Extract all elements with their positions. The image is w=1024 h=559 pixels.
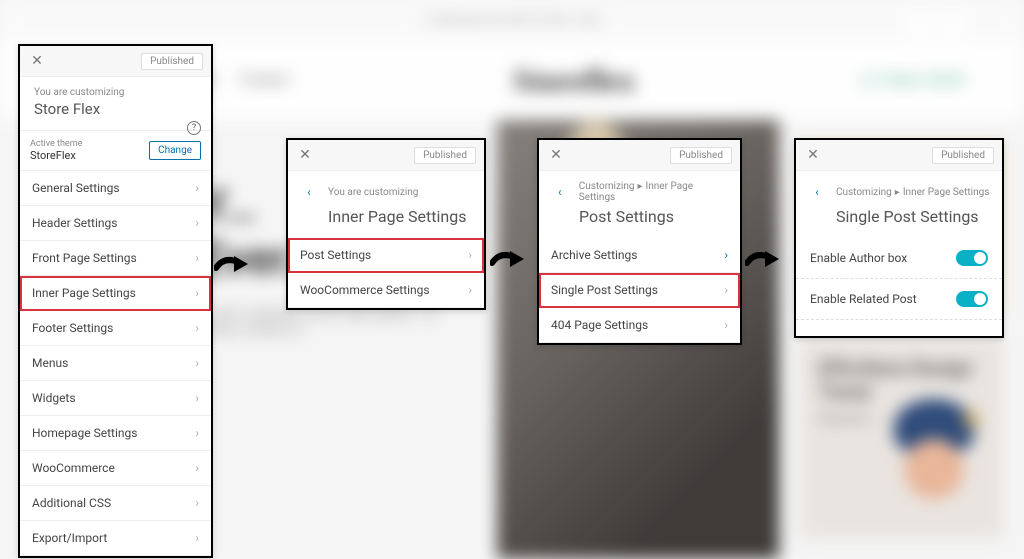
chevron-right-icon: ›	[195, 531, 199, 545]
change-theme-button[interactable]: Change	[149, 141, 201, 160]
back-button[interactable]: ‹	[298, 181, 320, 203]
menu-item[interactable]: Footer Settings ›	[20, 311, 211, 346]
menu-item-label: Export/Import	[32, 531, 107, 545]
flow-arrow-icon	[214, 250, 254, 280]
chevron-right-icon: ›	[195, 356, 199, 370]
toggle-switch[interactable]	[956, 250, 988, 266]
menu-item-label: Homepage Settings	[32, 426, 137, 440]
chevron-right-icon: ›	[195, 286, 199, 300]
publish-status-badge: Published	[414, 147, 476, 164]
toggle-label: Enable Author box	[810, 251, 907, 265]
menu-item[interactable]: Single Post Settings ›	[539, 273, 740, 308]
menu-item[interactable]: Front Page Settings ›	[20, 241, 211, 276]
menu-item-label: Header Settings	[32, 216, 117, 230]
menu-item-label: Single Post Settings	[551, 283, 658, 297]
chevron-right-icon: ›	[195, 216, 199, 230]
toggle-row: Enable Author box	[796, 238, 1002, 279]
chevron-right-icon: ›	[195, 321, 199, 335]
panel-title: Single Post Settings	[796, 207, 1002, 238]
chevron-right-icon: ›	[724, 318, 728, 332]
menu-list: General Settings›Header Settings›Front P…	[20, 171, 211, 556]
menu-item[interactable]: Archive Settings ›	[539, 238, 740, 273]
menu-item-label: WooCommerce	[32, 461, 115, 475]
menu-item-label: Additional CSS	[32, 496, 111, 510]
menu-item[interactable]: Additional CSS ›	[20, 486, 211, 521]
publish-status-badge: Published	[932, 147, 994, 164]
back-button[interactable]: ‹	[806, 181, 828, 203]
panel-title: Inner Page Settings	[288, 207, 484, 238]
chevron-right-icon: ›	[195, 496, 199, 510]
flow-arrow-icon	[490, 245, 530, 275]
chevron-right-icon: ›	[195, 181, 199, 195]
menu-item-label: WooCommerce Settings	[300, 283, 430, 297]
chevron-right-icon: ›	[195, 426, 199, 440]
menu-item-label: 404 Page Settings	[551, 318, 648, 332]
menu-item-label: Inner Page Settings	[32, 286, 136, 300]
chevron-right-icon: ›	[195, 391, 199, 405]
menu-item[interactable]: 404 Page Settings ›	[539, 308, 740, 343]
chevron-right-icon: ›	[724, 283, 728, 297]
menu-item-label: Archive Settings	[551, 248, 637, 262]
menu-item[interactable]: Widgets ›	[20, 381, 211, 416]
menu-item[interactable]: WooCommerce Settings ›	[288, 273, 484, 308]
menu-item[interactable]: Homepage Settings ›	[20, 416, 211, 451]
breadcrumb: Customizing▸Inner Page Settings	[836, 187, 989, 198]
customizer-panel-inner-page: ✕ Published ‹ You are customizing Inner …	[286, 138, 486, 310]
menu-item-label: Menus	[32, 356, 68, 370]
customizer-panel-single-post: ✕ Published ‹ Customizing▸Inner Page Set…	[794, 138, 1004, 338]
menu-item[interactable]: Header Settings ›	[20, 206, 211, 241]
toggle-switch[interactable]	[956, 291, 988, 307]
toggle-label: Enable Related Post	[810, 292, 917, 306]
chevron-right-icon: ›	[468, 283, 472, 297]
customizing-preline: You are customizing	[328, 187, 418, 198]
menu-item[interactable]: Post Settings ›	[288, 238, 484, 273]
menu-item[interactable]: General Settings ›	[20, 171, 211, 206]
chevron-right-icon: ›	[468, 248, 472, 262]
menu-item[interactable]: Export/Import ›	[20, 521, 211, 556]
help-icon[interactable]: ?	[187, 121, 201, 135]
active-theme-row: Active theme StoreFlex Change	[20, 130, 211, 171]
toggle-row: Enable Related Post	[796, 279, 1002, 320]
publish-status-badge: Published	[670, 147, 732, 164]
menu-item-label: Footer Settings	[32, 321, 113, 335]
customizer-panel-post-settings: ✕ Published ‹ Customizing▸Inner Page Set…	[537, 138, 742, 345]
customizer-panel-root: ✕ Published You are customizing Store Fl…	[18, 44, 213, 558]
menu-item-label: Front Page Settings	[32, 251, 137, 265]
back-button[interactable]: ‹	[549, 181, 571, 203]
menu-item-label: Post Settings	[300, 248, 371, 262]
customizing-preline: You are customizing	[20, 77, 211, 100]
menu-list: Archive Settings›Single Post Settings›40…	[539, 238, 740, 343]
chevron-right-icon: ›	[195, 461, 199, 475]
flow-arrow-icon	[745, 245, 785, 275]
menu-item-label: General Settings	[32, 181, 120, 195]
close-icon[interactable]: ✕	[547, 146, 565, 164]
publish-status-badge: Published	[141, 53, 203, 70]
chevron-right-icon: ›	[195, 251, 199, 265]
panel-title: Post Settings	[539, 207, 740, 238]
menu-list: Post Settings › WooCommerce Settings ›	[288, 238, 484, 308]
menu-item[interactable]: WooCommerce ›	[20, 451, 211, 486]
chevron-right-icon: ›	[724, 248, 728, 262]
menu-item[interactable]: Inner Page Settings ›	[20, 276, 211, 311]
site-logo: Storeflex	[513, 62, 635, 99]
menu-item[interactable]: Menus ›	[20, 346, 211, 381]
breadcrumb: Customizing▸Inner Page Settings	[579, 181, 730, 203]
close-icon[interactable]: ✕	[296, 146, 314, 164]
panel-title: Store Flex	[20, 100, 211, 130]
menu-item-label: Widgets	[32, 391, 76, 405]
close-icon[interactable]: ✕	[804, 146, 822, 164]
close-icon[interactable]: ✕	[28, 52, 46, 70]
